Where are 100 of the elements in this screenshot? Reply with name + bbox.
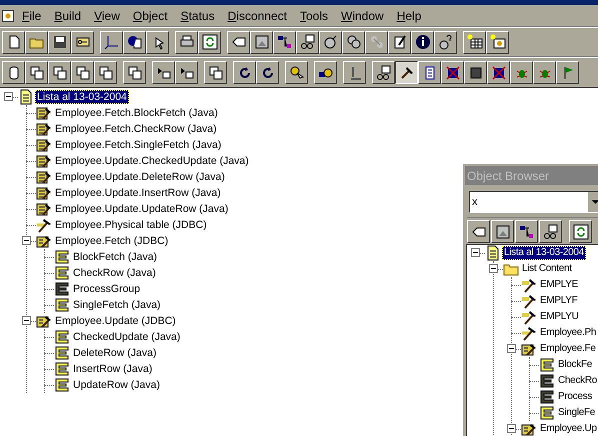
menu-item[interactable]: Status [180,6,215,24]
menu-item[interactable]: File [22,6,42,24]
tree-item[interactable]: CheckRo [556,374,598,388]
tree-item[interactable]: UpdateRow (Java) [71,378,162,392]
tree-diagram-icon [518,224,534,240]
stacked-pages-icon [52,64,68,80]
tree-item[interactable]: EMPLYU [538,310,581,324]
striped-bracket-icon [54,249,70,265]
document-icon [485,245,501,261]
card-hammer-icon [36,137,52,153]
tree-item[interactable]: Lista al 13-03-2004 [35,90,129,104]
tree-item[interactable]: Employee.Update.InsertRow (Java) [53,186,223,200]
app-menu-icon[interactable] [2,10,14,22]
menu-item[interactable]: View [94,6,120,24]
menu-item[interactable]: Tools [300,6,328,24]
window-title: Object Browser [467,168,550,184]
card-hammer-icon [36,153,52,169]
card-hammer-icon [36,121,52,137]
coins-icon [346,34,362,50]
tree-item[interactable]: List Content [520,262,574,276]
tree-diagram-icon [276,34,292,50]
expander-box[interactable] [489,264,498,273]
tree-item[interactable]: EMPLYE [538,278,580,292]
tree-item[interactable]: DeleteRow (Java) [71,346,158,360]
hammer-icon [521,293,537,309]
dumbbell-icon [368,34,384,50]
axis-icon [104,34,120,50]
tree-item[interactable]: Employee.Fe [538,342,598,356]
tree-item[interactable]: CheckedUpdate (Java) [71,330,182,344]
tree-item[interactable]: Employee.Ph [538,326,598,340]
tree-item[interactable]: Employee.Update.CheckedUpdate (Java) [53,154,251,168]
tree-item[interactable]: CheckRow (Java) [71,266,158,280]
card-hammer-icon [521,421,537,436]
document-icon [18,89,34,105]
card-hammer-icon [36,201,52,217]
striped-bracket-icon [54,265,70,281]
menu-item[interactable]: Help [396,6,422,24]
info-icon [414,34,430,50]
expander-box[interactable] [507,424,516,433]
menu-item[interactable]: Build [54,6,82,24]
tree-item[interactable]: SingleFetch (Java) [71,298,163,312]
menu-item[interactable]: Disconnect [228,6,287,24]
crossed-square-icon [490,64,506,80]
picture-icon [254,34,270,50]
menu-item[interactable]: Object [132,6,168,24]
expander-box[interactable] [471,248,480,257]
bomb-icon [322,34,338,50]
tree-item[interactable]: Employee.Fetch.BlockFetch (Java) [53,106,220,120]
tree-item[interactable]: Employee.Fetch (JDBC) [53,234,170,248]
striped-bracket-icon [54,345,70,361]
toolbar-button[interactable] [395,61,418,84]
info-page-icon [126,34,142,50]
stacked-pages-icon [126,64,142,80]
tree-item[interactable]: EMPLYF [538,294,580,308]
striped-bracket-icon [54,361,70,377]
tree-item[interactable]: Employee.Update.DeleteRow (Java) [53,170,227,184]
tree-item[interactable]: Employee.Update (JDBC) [53,314,178,328]
tree-item[interactable]: ProcessGroup [71,282,142,296]
glasses-icon [300,34,316,50]
tree-item[interactable]: Employee.Up [538,422,598,436]
tree-item[interactable]: InsertRow (Java) [71,362,154,376]
card-hammer-icon [36,105,52,121]
hammer-icon [521,325,537,341]
tree-item[interactable]: Employee.Update.UpdateRow (Java) [53,202,230,216]
striped-bracket-icon [539,357,555,373]
tree-item[interactable]: Process [556,390,594,404]
tree-item[interactable]: Employee.Fetch.CheckRow (Java) [53,122,219,136]
tree-item[interactable]: SingleFe [556,406,598,420]
expander-box[interactable] [507,344,516,353]
filter-combo-box[interactable]: x [469,191,598,213]
tree-item[interactable]: Employee.Physical table (JDBC) [53,218,209,232]
tree-item[interactable]: BlockFetch (Java) [71,250,160,264]
picture-icon [494,224,510,240]
help-icon [438,34,454,50]
hammer-icon [521,277,537,293]
glasses-icon [542,224,558,240]
refresh-icon [572,224,588,240]
tree-item[interactable]: BlockFe [556,358,594,372]
pencil-note-icon [392,34,408,50]
stacked-pages-icon [98,64,114,80]
star-table-icon [466,34,482,50]
expander-box[interactable] [22,316,31,325]
tree-item[interactable]: Employee.Fetch.SingleFetch (Java) [53,138,224,152]
card-hammer-icon [521,341,537,357]
hammer-icon [36,217,52,233]
refresh-icon [202,34,218,50]
glasses-icon [376,64,392,80]
card-hammer-icon [36,233,52,249]
stacked-pages-icon [28,64,44,80]
stacked-pages-icon [74,64,90,80]
menu-item[interactable]: Window [341,6,384,24]
striped-bracket-icon [539,389,555,405]
hammer-icon [398,64,414,80]
expander-box[interactable] [4,92,13,101]
crossed-square-icon [444,64,460,80]
striped-bracket-icon [539,405,555,421]
tree-item[interactable]: Lista al 13-03-2004 [502,246,586,260]
expander-box[interactable] [22,236,31,245]
stacked-pages-icon [208,64,224,80]
striped-bracket-icon [54,297,70,313]
